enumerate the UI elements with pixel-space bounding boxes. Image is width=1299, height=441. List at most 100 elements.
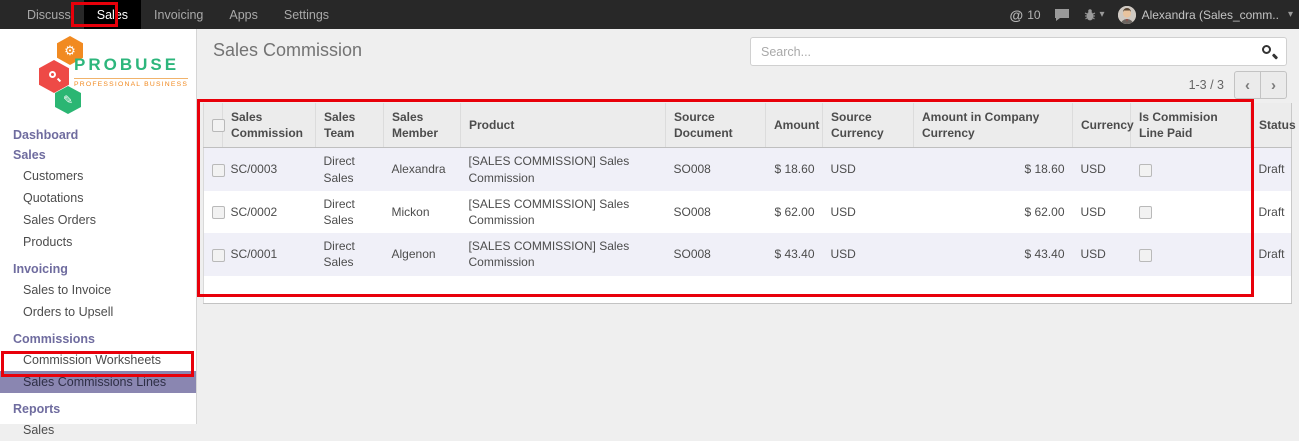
select-all-cell	[204, 103, 223, 148]
menu-settings[interactable]: Settings	[271, 0, 342, 29]
cell-product: [SALES COMMISSION] Sales Commission	[461, 233, 666, 275]
cell-sales-commission: SC/0002	[223, 191, 316, 233]
cell-paid	[1131, 191, 1251, 233]
mention-count: 10	[1027, 8, 1040, 22]
sidebar-item-sales-to-invoice[interactable]: Sales to Invoice	[0, 279, 196, 301]
cell-sales-team: Direct Sales	[316, 191, 384, 233]
cell-currency: USD	[1073, 148, 1131, 191]
cell-sales-commission: SC/0001	[223, 233, 316, 275]
sidebar-item-orders-to-upsell[interactable]: Orders to Upsell	[0, 301, 196, 323]
messages-icon[interactable]	[1054, 8, 1070, 22]
col-amount-company[interactable]: Amount in Company Currency	[914, 103, 1073, 148]
cell-status: Draft	[1251, 148, 1292, 191]
cell-currency: USD	[1073, 233, 1131, 275]
top-navbar: Discuss Sales Invoicing Apps Settings @ …	[0, 0, 1299, 29]
cell-source-document: SO008	[666, 233, 766, 275]
page-title: Sales Commission	[213, 40, 362, 61]
col-source-currency[interactable]: Source Currency	[823, 103, 914, 148]
table-row[interactable]: SC/0002 Direct Sales Mickon [SALES COMMI…	[204, 191, 1292, 233]
cell-paid	[1131, 233, 1251, 275]
sidebar-item-sales[interactable]: Sales	[0, 145, 196, 165]
cell-amount: $ 18.60	[766, 148, 823, 191]
sidebar-item-customers[interactable]: Customers	[0, 165, 196, 187]
user-avatar	[1118, 6, 1136, 24]
cell-amount-company: $ 18.60	[914, 148, 1073, 191]
user-name: Alexandra (Sales_comm..	[1142, 8, 1279, 22]
col-amount[interactable]: Amount	[766, 103, 823, 148]
row-checkbox[interactable]	[212, 249, 225, 262]
paid-checkbox[interactable]	[1139, 164, 1152, 177]
debug-bug-icon[interactable]: ▾	[1083, 8, 1105, 22]
logo-brand-text: PROBUSE	[74, 55, 188, 75]
col-currency[interactable]: Currency	[1073, 103, 1131, 148]
menu-sales[interactable]: Sales	[84, 0, 141, 29]
pager-previous-button[interactable]: ‹	[1234, 71, 1261, 99]
cell-paid	[1131, 148, 1251, 191]
sidebar-item-sales-commissions-lines[interactable]: Sales Commissions Lines	[0, 371, 196, 393]
cell-status: Draft	[1251, 233, 1292, 275]
user-menu[interactable]: Alexandra (Sales_comm.. ▾	[1118, 6, 1293, 24]
cell-source-currency: USD	[823, 233, 914, 275]
sidebar-item-sales-orders[interactable]: Sales Orders	[0, 209, 196, 231]
search-icon[interactable]	[1261, 44, 1277, 60]
cell-product: [SALES COMMISSION] Sales Commission	[461, 148, 666, 191]
sidebar-item-dashboard[interactable]: Dashboard	[0, 125, 196, 145]
logo-tagline-text: PROFESSIONAL BUSINESS	[74, 78, 188, 88]
col-status[interactable]: Status	[1251, 103, 1292, 148]
cell-sales-member: Mickon	[384, 191, 461, 233]
cell-sales-member: Algenon	[384, 233, 461, 275]
at-icon: @	[1010, 7, 1024, 23]
cell-source-currency: USD	[823, 148, 914, 191]
col-paid[interactable]: Is Commision Line Paid	[1131, 103, 1251, 148]
systray: @ 10 ▾ Alexandra	[1010, 0, 1293, 29]
menu-apps[interactable]: Apps	[216, 0, 271, 29]
col-product[interactable]: Product	[461, 103, 666, 148]
col-sales-team[interactable]: Sales Team	[316, 103, 384, 148]
cell-amount: $ 62.00	[766, 191, 823, 233]
paid-checkbox[interactable]	[1139, 249, 1152, 262]
cell-product: [SALES COMMISSION] Sales Commission	[461, 191, 666, 233]
sidebar-item-products[interactable]: Products	[0, 231, 196, 253]
sidebar-item-commission-worksheets[interactable]: Commission Worksheets	[0, 349, 196, 371]
sidebar-menu: Dashboard Sales Customers Quotations Sal…	[0, 115, 196, 441]
sidebar-item-reports-sales[interactable]: Sales	[0, 419, 196, 441]
menu-discuss[interactable]: Discuss	[14, 0, 84, 29]
sidebar-item-reports[interactable]: Reports	[0, 399, 196, 419]
table-row[interactable]: SC/0001 Direct Sales Algenon [SALES COMM…	[204, 233, 1292, 275]
cell-sales-team: Direct Sales	[316, 233, 384, 275]
cell-amount-company: $ 43.40	[914, 233, 1073, 275]
pager-next-button[interactable]: ›	[1260, 71, 1287, 99]
cell-source-currency: USD	[823, 191, 914, 233]
table-filler-row	[204, 276, 1292, 304]
row-checkbox[interactable]	[212, 206, 225, 219]
pager: 1-3 / 3 ‹ ›	[1189, 71, 1287, 99]
table-header-row: Sales Commission Sales Team Sales Member…	[204, 103, 1292, 148]
paid-checkbox[interactable]	[1139, 206, 1152, 219]
cell-sales-team: Direct Sales	[316, 148, 384, 191]
main-content: Sales Commission 1-3 / 3 ‹ › Sales Commi…	[198, 29, 1299, 424]
search-input[interactable]	[751, 45, 1261, 59]
sidebar-item-commissions[interactable]: Commissions	[0, 329, 196, 349]
sidebar-item-invoicing[interactable]: Invoicing	[0, 259, 196, 279]
table-row[interactable]: SC/0003 Direct Sales Alexandra [SALES CO…	[204, 148, 1292, 191]
user-caret-icon: ▾	[1288, 9, 1293, 20]
cell-amount-company: $ 62.00	[914, 191, 1073, 233]
col-source-document[interactable]: Source Document	[666, 103, 766, 148]
menu-invoicing[interactable]: Invoicing	[141, 0, 216, 29]
row-checkbox[interactable]	[212, 164, 225, 177]
app-menu: Discuss Sales Invoicing Apps Settings	[0, 0, 342, 29]
search-box	[750, 37, 1287, 66]
cell-sales-commission: SC/0003	[223, 148, 316, 191]
sidebar: ⚙ ✎ PROBUSE PROFESSIONAL BUSINESS Dashbo…	[0, 29, 197, 424]
cell-source-document: SO008	[666, 148, 766, 191]
col-sales-member[interactable]: Sales Member	[384, 103, 461, 148]
col-sales-commission[interactable]: Sales Commission	[223, 103, 316, 148]
commission-lines-table: Sales Commission Sales Team Sales Member…	[203, 103, 1292, 304]
company-logo: ⚙ ✎ PROBUSE PROFESSIONAL BUSINESS	[0, 29, 196, 115]
select-all-checkbox[interactable]	[212, 119, 225, 132]
sidebar-item-quotations[interactable]: Quotations	[0, 187, 196, 209]
cell-source-document: SO008	[666, 191, 766, 233]
pager-range: 1-3 / 3	[1189, 78, 1224, 92]
cell-status: Draft	[1251, 191, 1292, 233]
mentions-counter[interactable]: @ 10	[1010, 7, 1041, 23]
